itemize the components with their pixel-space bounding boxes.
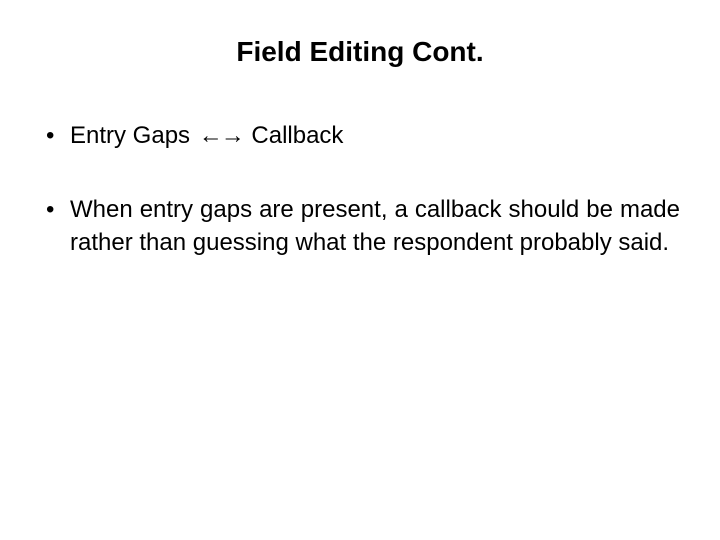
bullet-text-suffix: Callback — [245, 122, 344, 149]
bullet-list: Entry Gaps ←→ Callback When entry gaps a… — [40, 120, 680, 259]
double-arrow-icon: ←→ — [197, 122, 245, 149]
slide-title: Field Editing Cont. — [40, 36, 680, 68]
bullet-item: Entry Gaps ←→ Callback — [40, 120, 680, 152]
bullet-text: When entry gaps are present, a callback … — [70, 196, 680, 255]
slide: Field Editing Cont. Entry Gaps ←→ Callba… — [0, 0, 720, 540]
bullet-item: When entry gaps are present, a callback … — [40, 194, 680, 259]
bullet-text-prefix: Entry Gaps — [70, 122, 197, 149]
